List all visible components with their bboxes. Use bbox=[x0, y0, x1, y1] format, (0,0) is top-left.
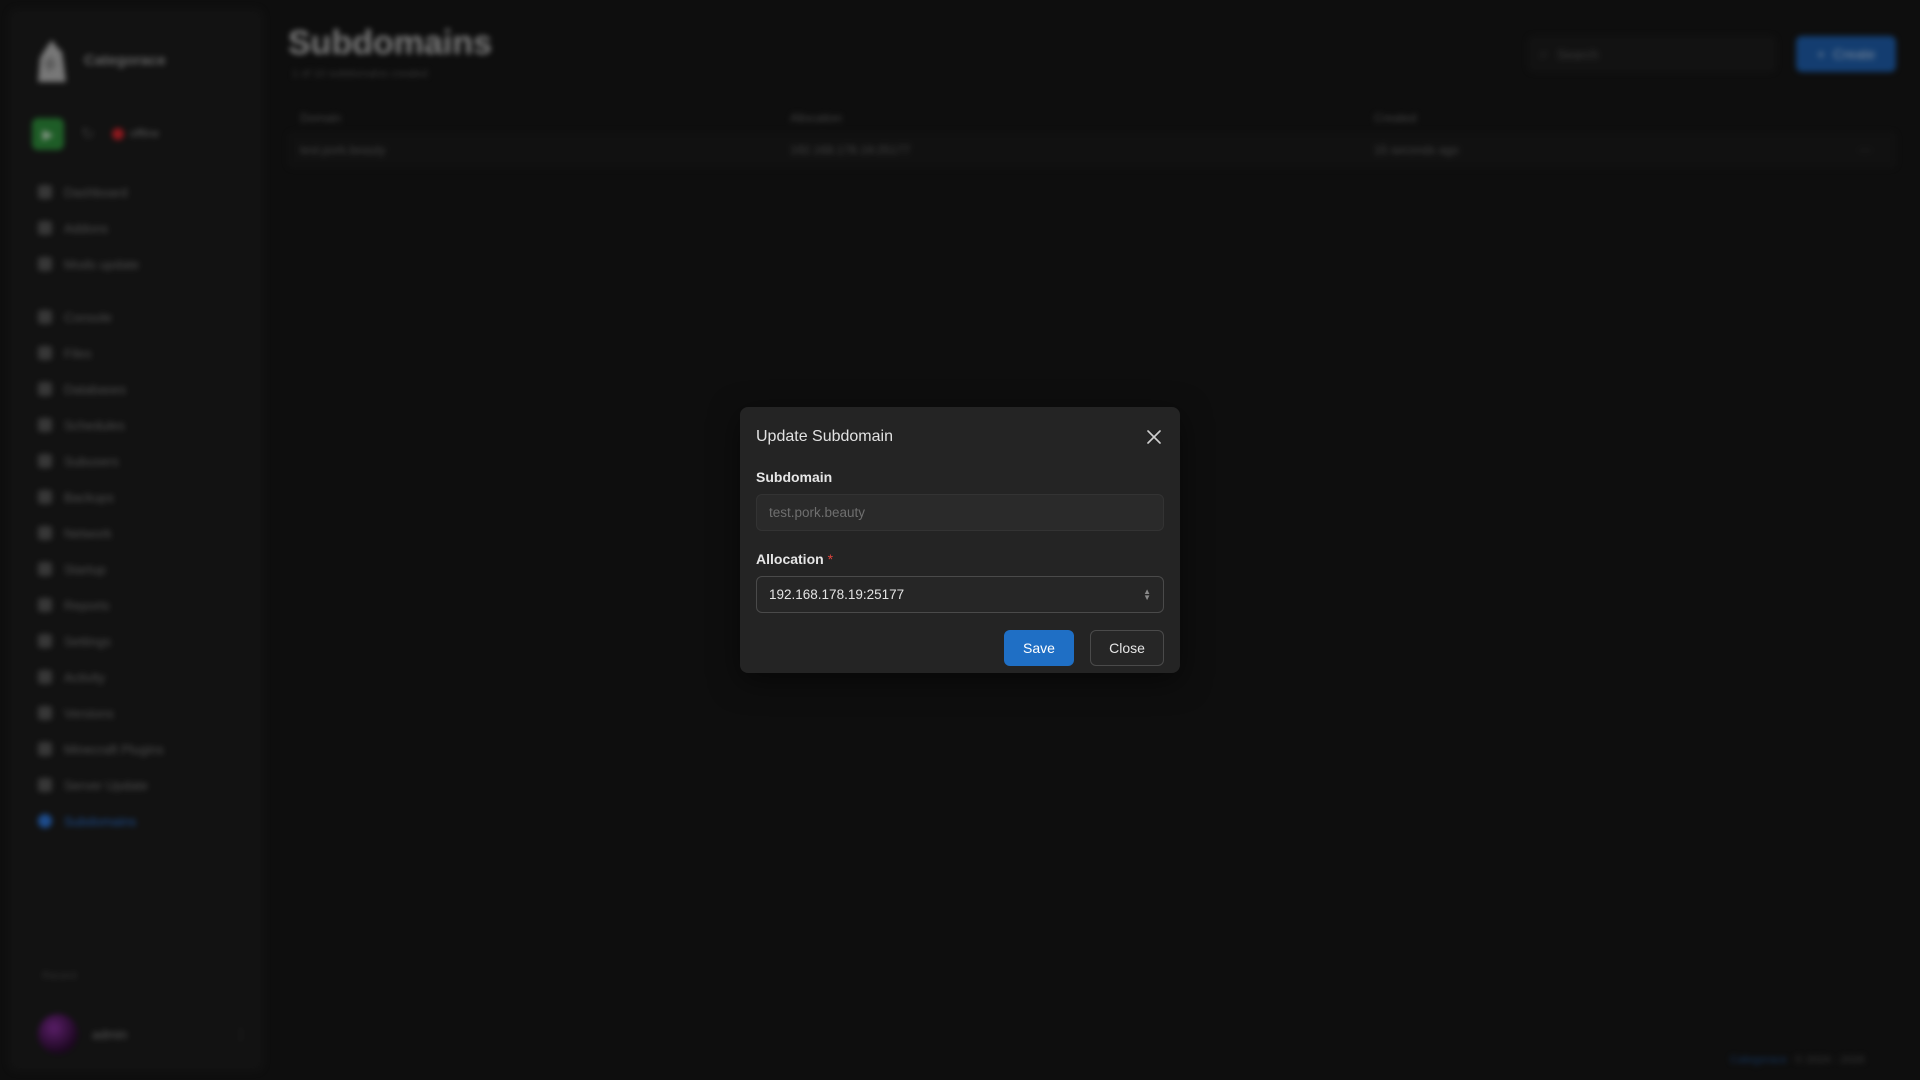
update-subdomain-dialog: Update Subdomain Subdomain test.pork.bea… bbox=[740, 407, 1180, 673]
save-button[interactable]: Save bbox=[1004, 630, 1074, 666]
allocation-select[interactable]: 192.168.178.19:25177 ▲ ▼ bbox=[756, 576, 1164, 613]
chevron-up-down-icon: ▲ ▼ bbox=[1143, 586, 1151, 602]
dialog-header: Update Subdomain bbox=[756, 427, 1164, 447]
subdomain-label-text: Subdomain bbox=[756, 469, 833, 485]
dialog-title: Update Subdomain bbox=[756, 428, 893, 445]
allocation-value: 192.168.178.19:25177 bbox=[769, 587, 905, 602]
allocation-label: Allocation * bbox=[756, 551, 1164, 569]
subdomain-label: Subdomain bbox=[756, 469, 1164, 487]
close-button[interactable]: Close bbox=[1090, 630, 1164, 666]
allocation-label-text: Allocation bbox=[756, 551, 824, 567]
subdomain-field[interactable]: test.pork.beauty bbox=[756, 494, 1164, 531]
required-marker: * bbox=[827, 551, 834, 567]
close-icon[interactable] bbox=[1144, 427, 1164, 447]
subdomain-value: test.pork.beauty bbox=[769, 505, 866, 520]
dialog-actions: Save Close bbox=[756, 630, 1164, 666]
